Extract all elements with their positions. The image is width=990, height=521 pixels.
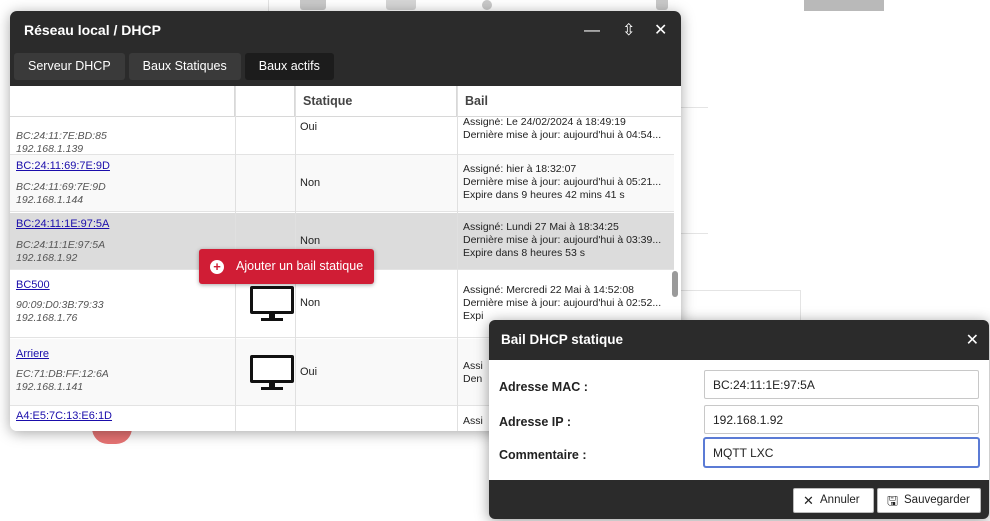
ip-address: 192.168.1.76	[16, 312, 78, 324]
mac-address: EC:71:DB:FF:12:6A	[16, 368, 109, 380]
background-wifi-icon	[386, 0, 416, 10]
cancel-label: Annuler	[820, 494, 860, 506]
static-lease-dialog: Bail DHCP statique ✕ Adresse MAC : Adres…	[489, 320, 989, 519]
background-selected-tab	[804, 0, 884, 11]
lease-updated: Dernière mise à jour: aujourd'hui à 03:3…	[463, 234, 662, 246]
mac-address: 90:09:D0:3B:79:33	[16, 299, 104, 311]
window-titlebar[interactable]: Réseau local / DHCP — ⇳ ✕ Serveur DHCP B…	[10, 11, 681, 86]
tab-bar: Serveur DHCP Baux Statiques Baux actifs	[14, 53, 334, 80]
floppy-disk-icon: 🖫	[887, 493, 899, 508]
mac-input[interactable]	[704, 370, 979, 399]
lease-updated: Dernière mise à jour: aujourd'hui à 02:5…	[463, 297, 662, 309]
ip-address: 192.168.1.141	[16, 381, 84, 393]
table-row[interactable]: BC:24:11:7E:BD:85 192.168.1.139 Oui Assi…	[10, 118, 674, 155]
static-value: Non	[300, 297, 321, 309]
comment-label: Commentaire :	[499, 448, 587, 462]
background-device-icon	[300, 0, 326, 10]
add-static-lease-label: Ajouter un bail statique	[236, 259, 364, 273]
host-link[interactable]: Arriere	[16, 348, 231, 360]
lease-assigned: Assigné: Le 24/02/2024 à 18:49:19	[463, 118, 626, 128]
mac-form-row: Adresse MAC :	[489, 370, 989, 404]
lease-expires: Expire dans 8 heures 53 s	[463, 247, 585, 259]
column-header-mac[interactable]	[10, 86, 235, 117]
background-phone-icon	[656, 0, 668, 10]
lease-assigned: Assigné: Mercredi 22 Mai à 14:52:08	[463, 284, 635, 296]
ip-input[interactable]	[704, 405, 979, 434]
static-value: Oui	[300, 121, 318, 133]
lease-expires: Expire dans 9 heures 42 mins 41 s	[463, 189, 625, 201]
maximize-button[interactable]: ⇳	[622, 22, 635, 40]
static-value: Non	[300, 177, 321, 189]
column-header-statique[interactable]: Statique	[295, 86, 457, 117]
host-link[interactable]: BC:24:11:69:7E:9D	[16, 160, 231, 172]
lease-updated: Dernière mise à jour: aujourd'hui à 05:2…	[463, 176, 662, 188]
cancel-button[interactable]: ✕ Annuler	[793, 488, 874, 513]
minimize-button[interactable]: —	[584, 22, 600, 40]
static-value: Non	[300, 235, 321, 247]
ip-form-row: Adresse IP :	[489, 405, 989, 439]
table-row[interactable]: BC:24:11:69:7E:9D BC:24:11:69:7E:9D 192.…	[10, 155, 674, 212]
mac-address: BC:24:11:69:7E:9D	[16, 181, 106, 193]
column-header-bail[interactable]: Bail	[457, 86, 681, 117]
monitor-icon	[250, 355, 294, 391]
vertical-scrollbar[interactable]	[672, 271, 678, 297]
save-button[interactable]: 🖫 Sauvegarder	[877, 488, 981, 513]
table-header: Statique Bail	[10, 86, 681, 117]
dialog-title: Bail DHCP statique	[501, 332, 624, 347]
window-title: Réseau local / DHCP	[24, 22, 161, 38]
background-divider	[681, 107, 708, 108]
mac-label: Adresse MAC :	[499, 380, 588, 394]
tab-baux-statiques[interactable]: Baux Statiques	[128, 53, 241, 80]
dialog-footer: ✕ Annuler 🖫 Sauvegarder	[489, 480, 989, 519]
save-label: Sauvegarder	[904, 494, 970, 506]
comment-input[interactable]	[704, 438, 979, 467]
tab-baux-actifs[interactable]: Baux actifs	[244, 53, 334, 80]
tab-serveur-dhcp[interactable]: Serveur DHCP	[14, 53, 125, 80]
background-divider	[681, 290, 801, 291]
plus-circle-icon: +	[210, 260, 224, 274]
comment-form-row: Commentaire :	[489, 438, 989, 472]
lease-assigned: Assigné: Lundi 27 Mai à 18:34:25	[463, 221, 619, 233]
static-value: Oui	[300, 366, 318, 378]
column-divider	[457, 86, 458, 431]
background-divider	[800, 290, 801, 320]
dialog-titlebar[interactable]: Bail DHCP statique ✕	[489, 320, 989, 360]
close-icon: ✕	[803, 493, 814, 508]
host-link[interactable]: A4:E5:7C:13:E6:1D	[16, 410, 231, 422]
host-link[interactable]: BC:24:11:1E:97:5A	[16, 218, 231, 230]
background-divider	[681, 233, 708, 234]
dialog-close-icon[interactable]: ✕	[966, 330, 979, 350]
monitor-icon	[250, 286, 294, 322]
ip-label: Adresse IP :	[499, 415, 572, 429]
lease-updated: Dernière mise à jour: aujourd'hui à 04:5…	[463, 129, 662, 141]
ip-address: 192.168.1.144	[16, 194, 84, 206]
column-header-icon[interactable]	[235, 86, 295, 117]
background-dot-icon	[482, 0, 492, 10]
mac-address: BC:24:11:7E:BD:85	[16, 130, 107, 142]
lease-assigned: Assigné: hier à 18:32:07	[463, 163, 577, 175]
close-button[interactable]: ✕	[654, 22, 667, 40]
add-static-lease-button[interactable]: + Ajouter un bail statique	[199, 249, 374, 284]
